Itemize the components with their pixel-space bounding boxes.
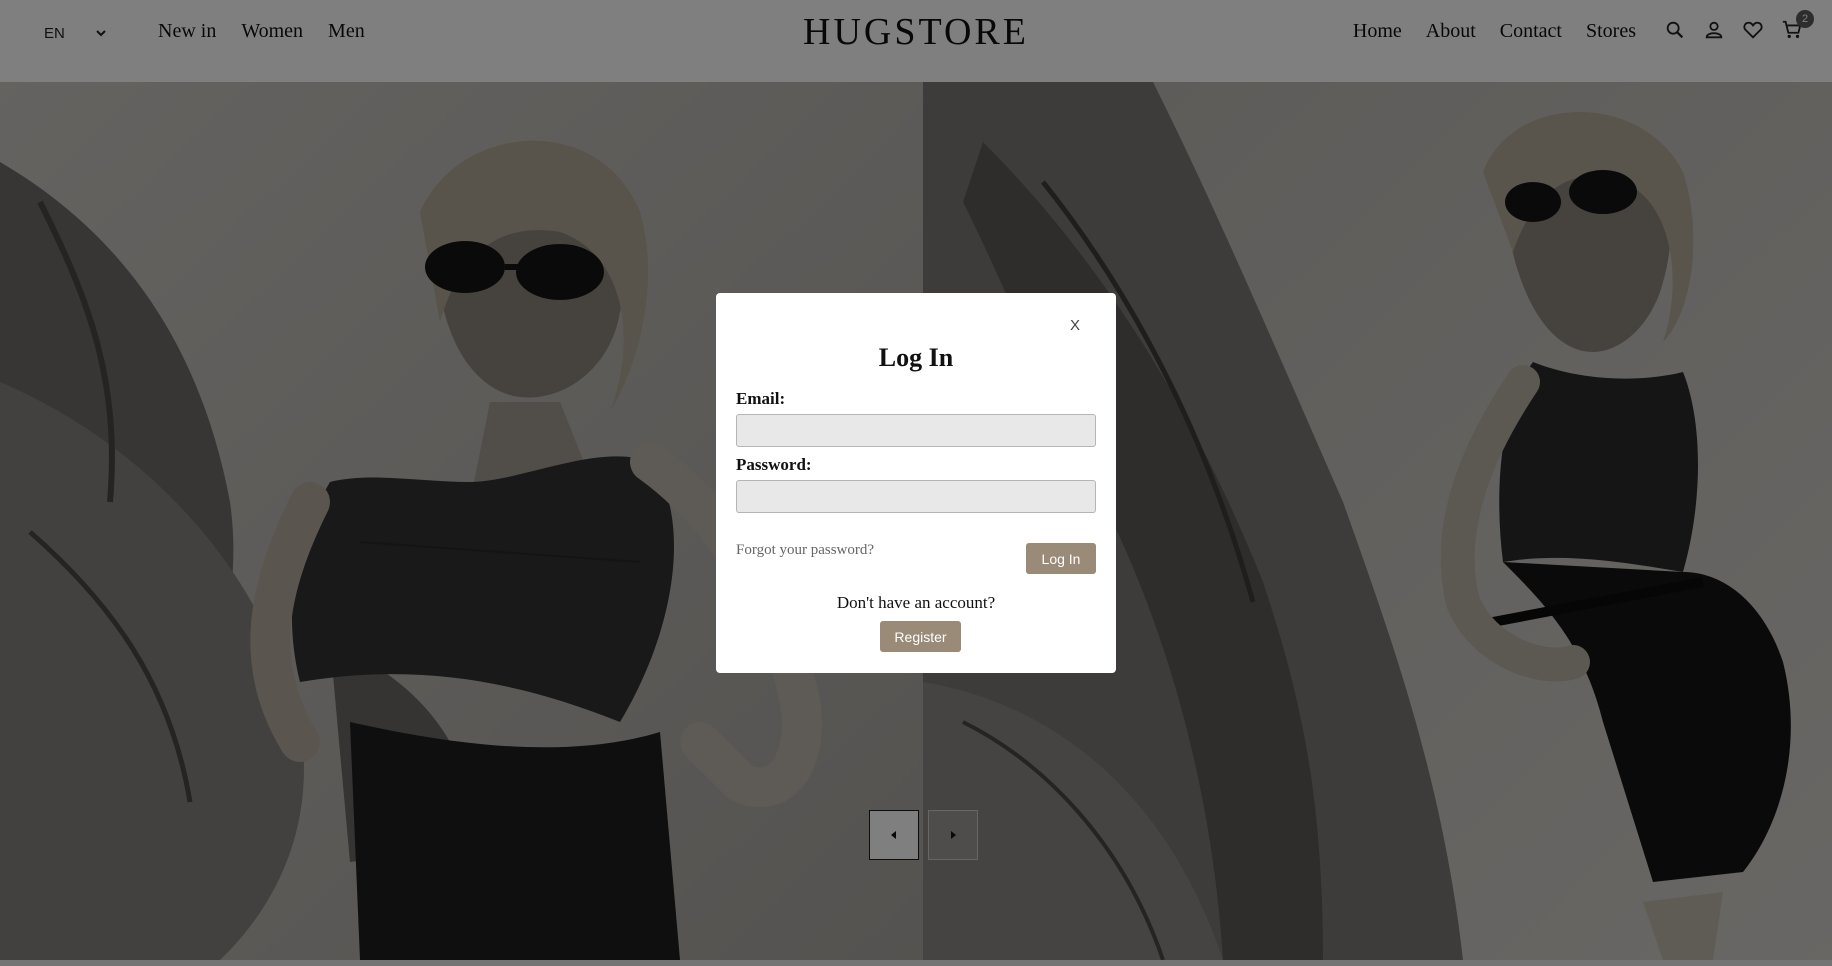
register-button[interactable]: Register [880, 621, 961, 652]
login-modal: X Log In Email: Password: Forgot your pa… [716, 293, 1116, 673]
email-field[interactable] [736, 414, 1096, 447]
email-label: Email: [736, 389, 786, 408]
password-label: Password: [736, 455, 812, 474]
modal-title: Log In [878, 343, 954, 372]
close-button[interactable]: X [1070, 317, 1080, 334]
password-field[interactable] [736, 480, 1096, 513]
no-account-text: Don't have an account? [836, 593, 996, 612]
login-button[interactable]: Log In [1026, 543, 1096, 574]
forgot-password-link[interactable]: Forgot your password? [736, 542, 874, 559]
page: EN New in Women Men HUGSTORE Home About … [0, 0, 1832, 966]
